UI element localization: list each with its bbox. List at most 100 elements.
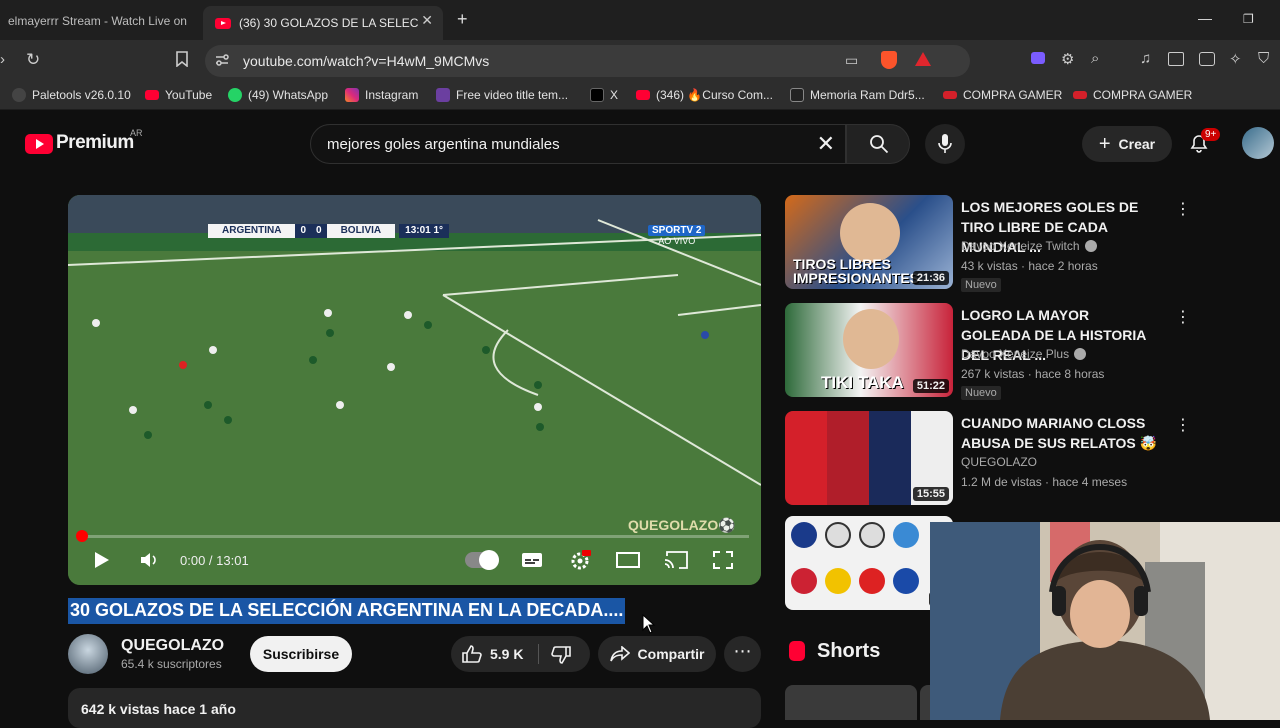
recommendation-channel[interactable]: Davoo Xeneize Twitch: [961, 239, 1097, 253]
bookmark-icon[interactable]: [175, 51, 189, 71]
account-avatar[interactable]: [1242, 127, 1274, 159]
more-options-icon[interactable]: ⋮: [1175, 307, 1191, 327]
compragamer-icon: [943, 91, 957, 99]
sidebar-icon[interactable]: [1168, 52, 1184, 66]
video-thumbnail[interactable]: TIKI TAKA 51:22: [785, 303, 953, 397]
play-icon[interactable]: [94, 551, 110, 569]
channel-name: Davoo Xeneize Plus: [961, 347, 1070, 361]
more-options-icon[interactable]: ⋮: [1175, 415, 1191, 435]
brave-rewards-icon[interactable]: [915, 52, 931, 66]
notification-badge: 9+: [1201, 128, 1221, 141]
streamer-camera-image: [930, 522, 1280, 720]
tab-label: elmayerrr Stream - Watch Live on: [8, 14, 187, 28]
youtube-icon: [636, 90, 650, 100]
bookmark-instagram[interactable]: Instagram: [345, 88, 418, 102]
voice-search-button[interactable]: [925, 124, 965, 164]
home-team: ARGENTINA: [208, 224, 296, 238]
youtube-logo-icon[interactable]: [25, 134, 53, 154]
wallet-icon[interactable]: [1199, 52, 1215, 66]
video-thumbnail[interactable]: TIROS LIBRES IMPRESIONANTES 21:36: [785, 195, 953, 289]
minimize-icon[interactable]: —: [1198, 10, 1212, 26]
site-icon: [790, 88, 804, 102]
short-thumbnail[interactable]: [785, 685, 917, 720]
verified-icon: [1074, 348, 1087, 360]
more-options-icon[interactable]: ⋮: [1175, 199, 1191, 219]
video-player[interactable]: ARGENTINA 0 0 BOLIVIA 13:01 1° SPORTV 2 …: [68, 195, 761, 585]
mouse-cursor-icon: [642, 614, 656, 634]
recommended-video[interactable]: TIKI TAKA 51:22 LOGRO LA MAYOR GOLEADA D…: [785, 303, 1191, 400]
share-button[interactable]: Compartir: [598, 636, 716, 672]
create-button[interactable]: + Crear: [1082, 126, 1172, 162]
video-duration: 21:36: [912, 271, 949, 285]
more-actions-icon[interactable]: ⋯: [724, 636, 761, 672]
match-clock: 13:01 1°: [399, 224, 450, 238]
fullscreen-icon[interactable]: [713, 551, 733, 569]
tab-video[interactable]: (36) 30 GOLAZOS DE LA SELECCI ✕: [203, 6, 443, 40]
bookmark-compra-gamer-1[interactable]: COMPRA GAMER: [943, 88, 1062, 102]
verified-icon: [1084, 240, 1097, 252]
recommended-video[interactable]: 15:55 CUANDO MARIANO CLOSS ABUSA DE SUS …: [785, 411, 1191, 506]
reader-icon[interactable]: ⌕: [1091, 50, 1099, 67]
recommendation-title[interactable]: CUANDO MARIANO CLOSS ABUSA DE SUS RELATO…: [961, 413, 1161, 453]
subtitles-icon[interactable]: [521, 552, 543, 568]
bookmark-youtube[interactable]: YouTube: [145, 88, 212, 102]
volume-icon[interactable]: [140, 552, 160, 568]
channel-avatar[interactable]: [68, 634, 108, 674]
subscribe-button[interactable]: Suscribirse: [250, 636, 352, 672]
recommendation-meta: 267 k vistas · hace 8 horas: [961, 367, 1105, 381]
progress-bar[interactable]: [80, 535, 749, 538]
channel-name: Davoo Xeneize Twitch: [961, 239, 1080, 253]
bookmark-curso[interactable]: (346) 🔥Curso Com...: [636, 88, 773, 102]
logo-text[interactable]: Premium: [56, 132, 134, 154]
bookmark-label: Memoria Ram Ddr5...: [810, 88, 925, 102]
theater-mode-icon[interactable]: [616, 552, 640, 568]
puzzle-icon[interactable]: ⚙: [1061, 50, 1074, 68]
description-box[interactable]: 642 k vistas hace 1 año: [68, 688, 761, 728]
site-settings-icon[interactable]: [215, 53, 229, 72]
vpn-icon[interactable]: ⛉: [1258, 50, 1269, 67]
clear-search-icon[interactable]: ✕: [817, 131, 835, 157]
channel-name[interactable]: QUEGOLAZO: [121, 637, 224, 655]
bookmark-label: (49) WhatsApp: [248, 88, 329, 102]
close-tab-icon[interactable]: ✕: [421, 12, 433, 29]
short-thumbnail[interactable]: [920, 685, 930, 720]
progress-scrubber[interactable]: [76, 530, 88, 542]
bookmark-whatsapp[interactable]: (49) WhatsApp: [228, 88, 328, 102]
tab-stream[interactable]: elmayerrr Stream - Watch Live on: [0, 6, 200, 36]
bookmark-paletools[interactable]: Paletools v26.0.10: [12, 88, 131, 102]
bookmark-label: X: [610, 88, 619, 102]
media-icon[interactable]: ♫: [1140, 50, 1151, 67]
recommended-video[interactable]: TIROS LIBRES IMPRESIONANTES 21:36 LOS ME…: [785, 195, 1191, 292]
cast-icon[interactable]: [664, 551, 688, 569]
video-thumbnail[interactable]: 15:55: [785, 411, 953, 505]
extension-icon[interactable]: [1031, 52, 1045, 64]
recommendation-channel[interactable]: QUEGOLAZO: [961, 455, 1037, 469]
plus-icon: +: [1098, 132, 1111, 155]
leo-ai-icon[interactable]: ✧: [1229, 50, 1242, 68]
reload-icon[interactable]: ↻: [26, 50, 40, 70]
cast-page-icon[interactable]: ▭: [845, 52, 858, 69]
browser-tab-strip: elmayerrr Stream - Watch Live on (36) 30…: [0, 0, 1280, 40]
youtube-header: Premium AR mejores goles argentina mundi…: [0, 110, 1280, 176]
like-icon[interactable]: [462, 645, 482, 663]
new-tab-icon[interactable]: +: [457, 9, 468, 30]
away-score: 0: [311, 224, 327, 238]
url-field[interactable]: youtube.com/watch?v=H4wM_9MCMvs ▭: [205, 45, 970, 77]
forward-icon[interactable]: ›: [0, 51, 5, 68]
bookmark-x[interactable]: X: [590, 88, 618, 102]
video-thumbnail[interactable]: 18: [785, 516, 953, 610]
dislike-icon[interactable]: [551, 646, 571, 664]
brave-shield-icon[interactable]: [881, 51, 897, 69]
youtube-icon: [145, 90, 159, 100]
like-count[interactable]: 5.9 K: [490, 646, 523, 662]
autoplay-toggle[interactable]: [465, 550, 499, 570]
bookmark-free-video-title[interactable]: Free video title tem...: [436, 88, 568, 102]
bookmark-memoria-ram[interactable]: Memoria Ram Ddr5...: [790, 88, 925, 102]
bookmark-compra-gamer-2[interactable]: COMPRA GAMER: [1073, 88, 1192, 102]
maximize-icon[interactable]: ❐: [1243, 12, 1254, 26]
search-button[interactable]: [846, 124, 910, 164]
settings-icon[interactable]: [569, 550, 591, 570]
search-input[interactable]: mejores goles argentina mundiales ✕: [310, 124, 846, 164]
recommendation-channel[interactable]: Davoo Xeneize Plus: [961, 347, 1087, 361]
like-divider: [538, 644, 539, 664]
